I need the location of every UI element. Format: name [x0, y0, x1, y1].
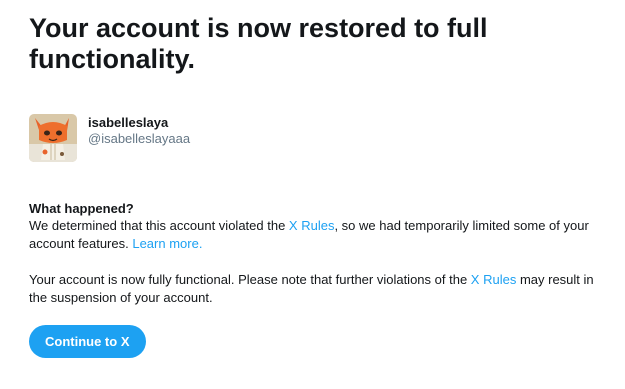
avatar-image: [29, 114, 77, 162]
avatar: [29, 114, 77, 162]
page-title: Your account is now restored to full fun…: [29, 13, 488, 74]
learn-more-link[interactable]: Learn more.: [132, 236, 202, 251]
section-title: What happened?: [29, 201, 134, 216]
continue-button[interactable]: Continue to X: [29, 325, 146, 358]
username-handle: @isabelleslayaaa: [88, 131, 191, 146]
x-rules-link-secondary[interactable]: X Rules: [471, 272, 517, 287]
status-text-start: Your account is now fully functional. Pl…: [29, 272, 471, 287]
display-name: isabelleslaya: [88, 115, 169, 130]
x-rules-link[interactable]: X Rules: [289, 218, 335, 233]
explanation-text: We determined that this account violated…: [29, 217, 609, 253]
explanation-text-start: We determined that this account violated…: [29, 218, 289, 233]
profile-card: isabelleslaya @isabelleslayaaa: [29, 114, 190, 162]
status-text: Your account is now fully functional. Pl…: [29, 271, 609, 307]
